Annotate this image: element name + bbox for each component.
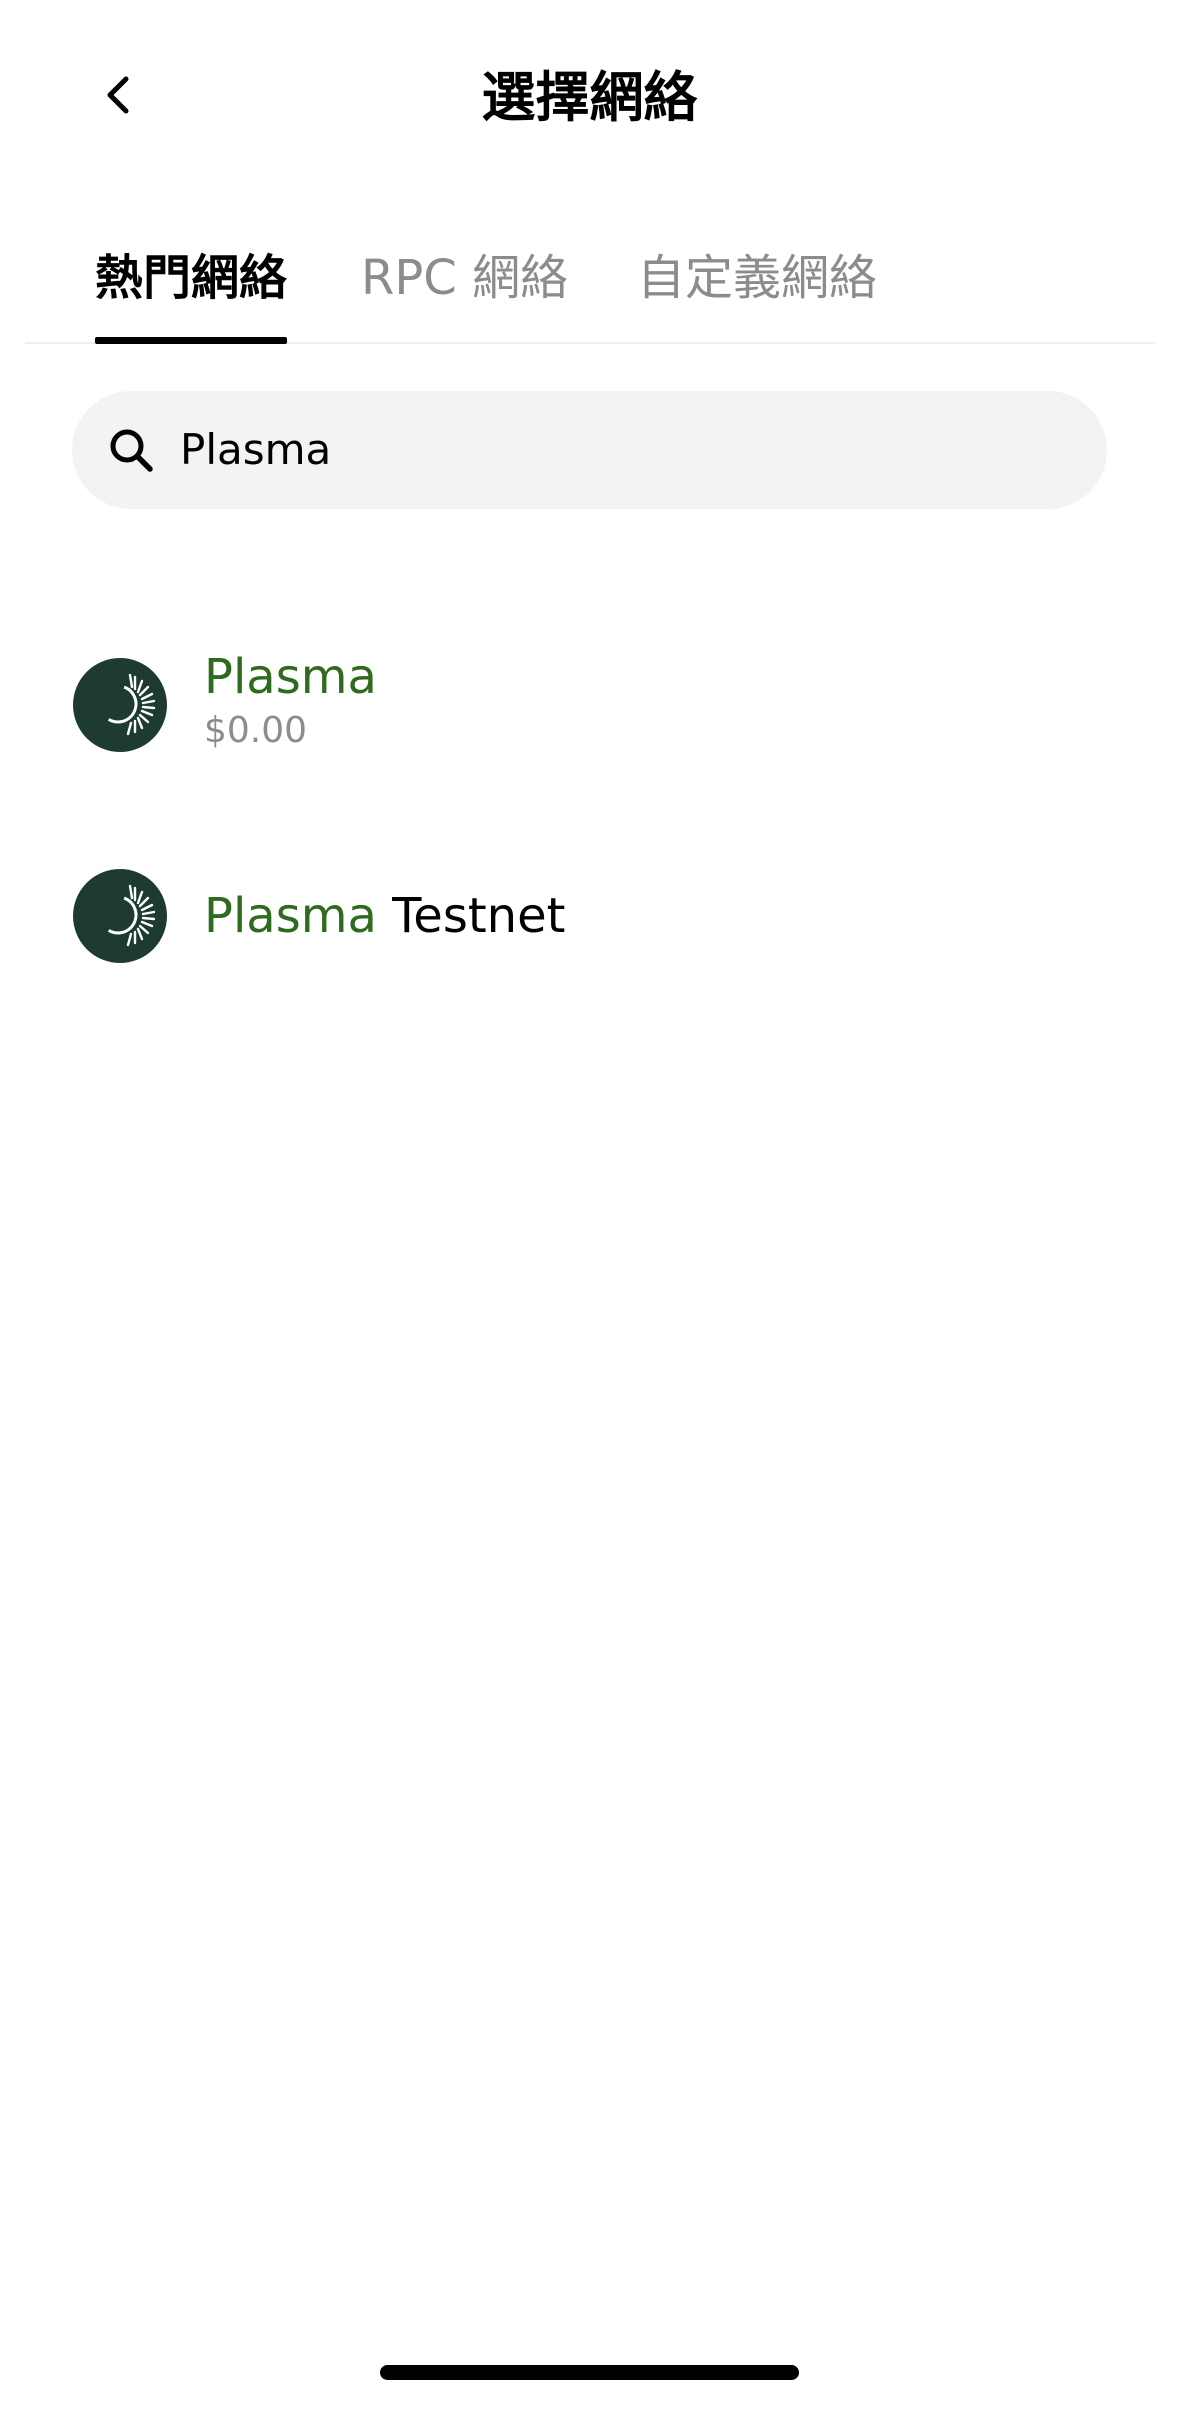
search-icon	[104, 423, 158, 477]
list-item-plasma[interactable]: Plasma $0.00	[72, 635, 1107, 775]
network-name: Plasma	[204, 645, 377, 709]
page-title: 選擇網絡	[481, 66, 698, 129]
plasma-logo-icon	[73, 869, 167, 963]
tab-rpc-networks[interactable]: RPC 網絡	[361, 230, 568, 342]
search-query: Plasma	[180, 425, 332, 474]
home-indicator[interactable]	[380, 2365, 799, 2380]
plasma-logo-icon	[73, 658, 167, 752]
network-tabs: 熱門網絡 RPC 網絡 自定義網絡	[25, 230, 1155, 344]
name-match: Plasma	[204, 649, 377, 705]
search-input[interactable]: Plasma	[72, 391, 1107, 509]
name-match: Plasma	[204, 888, 377, 944]
list-item-plasma-testnet[interactable]: Plasma Testnet	[72, 846, 1107, 986]
header: 選擇網絡	[0, 0, 1179, 190]
network-balance: $0.00	[204, 710, 308, 751]
network-name: Plasma Testnet	[204, 884, 565, 948]
tab-popular-networks[interactable]: 熱門網絡	[95, 230, 287, 344]
tab-custom-networks[interactable]: 自定義網絡	[637, 230, 877, 342]
name-rest: Testnet	[376, 888, 566, 944]
